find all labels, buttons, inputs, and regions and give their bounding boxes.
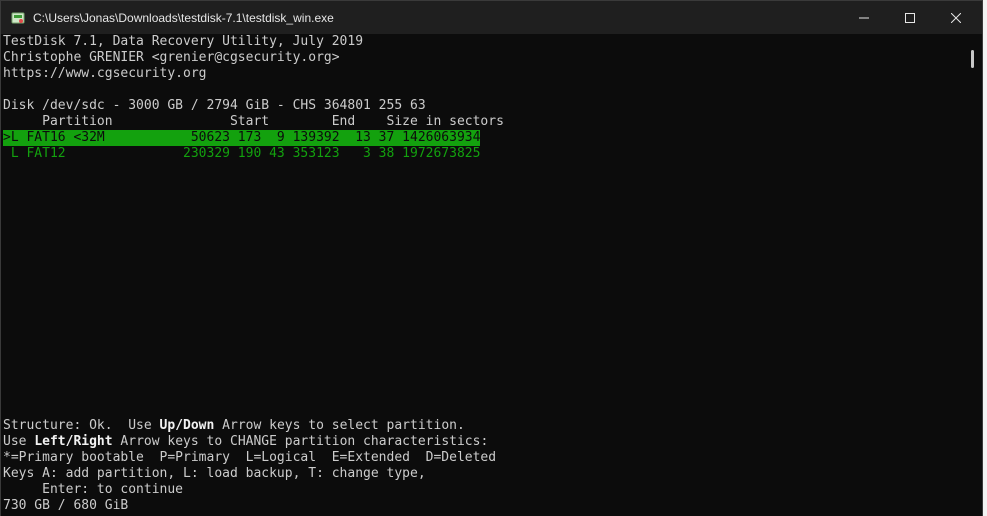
use-text-end: Arrow keys to CHANGE partition character… (112, 434, 489, 449)
terminal-output[interactable]: TestDisk 7.1, Data Recovery Utility, Jul… (3, 34, 963, 516)
minimize-icon (859, 13, 869, 23)
title-bar[interactable]: C:\Users\Jonas\Downloads\testdisk-7.1\te… (1, 1, 982, 34)
keys-help-line: Keys A: add partition, L: load backup, T… (3, 466, 426, 481)
console-window: C:\Users\Jonas\Downloads\testdisk-7.1\te… (0, 0, 983, 516)
program-version-line: TestDisk 7.1, Data Recovery Utility, Jul… (3, 34, 364, 49)
enter-continue-line: Enter: to continue (3, 482, 184, 497)
partition-row[interactable]: L FAT12 230329 190 43 353123 3 38 197267… (3, 146, 481, 162)
left-right-keys: Left/Right (34, 434, 113, 449)
author-line: Christophe GRENIER <grenier@cgsecurity.o… (3, 50, 340, 65)
desktop-edge (983, 0, 987, 516)
partition-type-legend: *=Primary bootable P=Primary L=Logical E… (3, 450, 497, 465)
maximize-button[interactable] (887, 1, 933, 34)
testdisk-app-icon (10, 10, 26, 26)
maximize-icon (905, 12, 915, 23)
close-button[interactable] (933, 1, 979, 34)
structure-status-line: Structure: Ok. Use Up/Down Arrow keys to… (3, 418, 465, 434)
structure-text-end: Arrow keys to select partition. (214, 418, 465, 433)
close-icon (951, 12, 961, 23)
up-down-keys: Up/Down (159, 418, 215, 433)
vertical-scrollbar[interactable] (963, 34, 982, 516)
structure-text: Structure: Ok. Use (3, 418, 160, 433)
minimize-button[interactable] (841, 1, 887, 34)
partition-columns-header: Partition Start End Size in sectors (3, 114, 504, 129)
selected-size-line: 730 GB / 680 GiB (3, 498, 129, 513)
scrollbar-thumb[interactable] (971, 50, 974, 68)
change-characteristics-line: Use Left/Right Arrow keys to CHANGE part… (3, 434, 488, 450)
partition-row-selected[interactable]: >L FAT16 <32M 50623 173 9 139392 13 37 1… (3, 130, 481, 146)
window-title: C:\Users\Jonas\Downloads\testdisk-7.1\te… (33, 11, 334, 25)
website-line: https://www.cgsecurity.org (3, 66, 207, 81)
disk-info-line: Disk /dev/sdc - 3000 GB / 2794 GiB - CHS… (3, 98, 426, 113)
use-text: Use (3, 434, 35, 449)
